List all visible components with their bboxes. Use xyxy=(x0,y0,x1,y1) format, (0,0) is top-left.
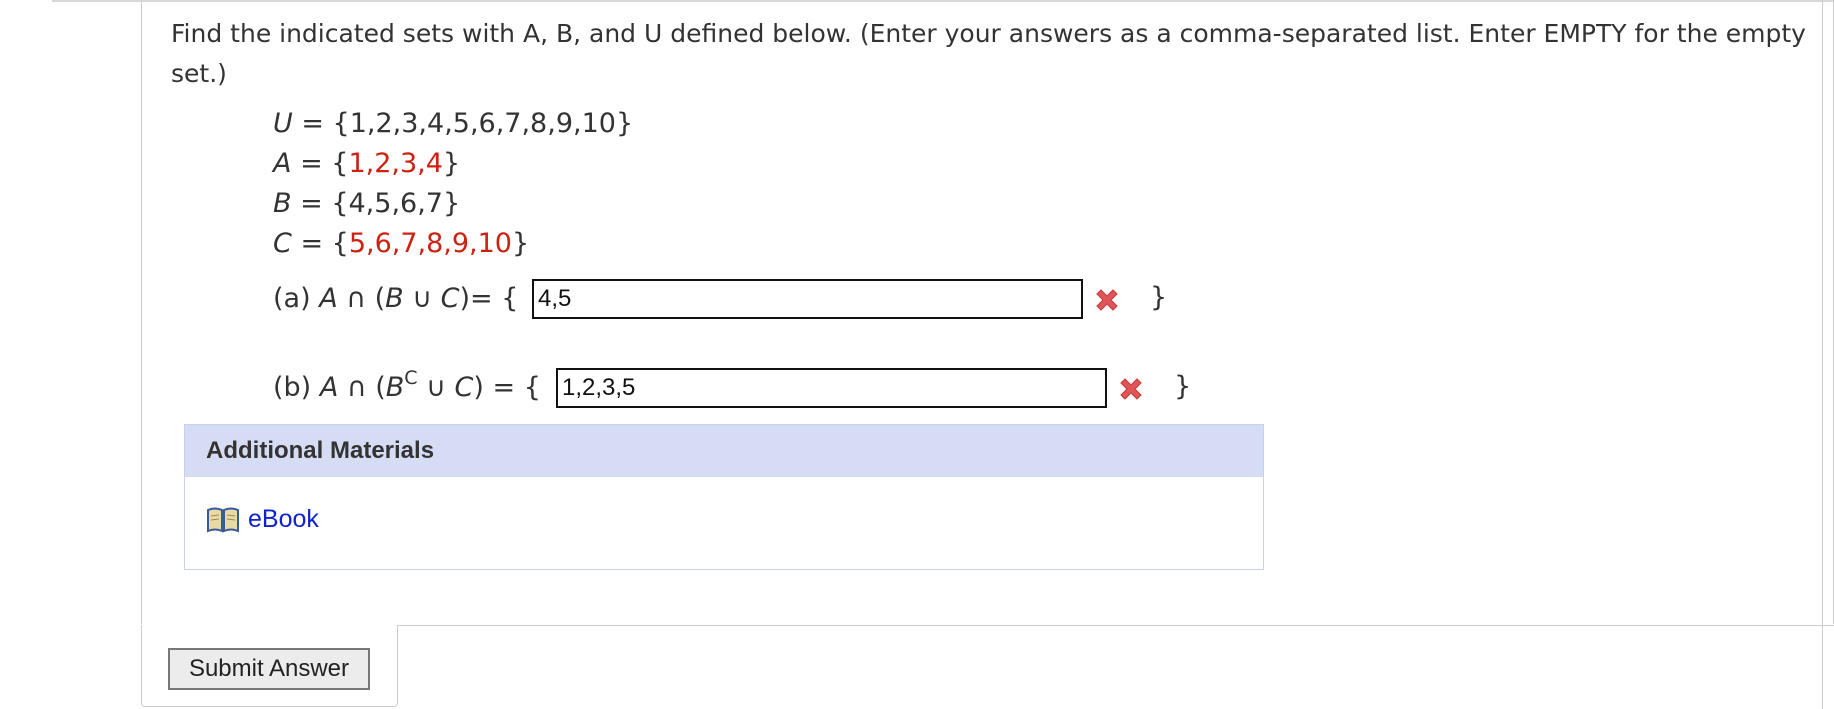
additional-materials-panel: Additional Materials eBook xyxy=(184,424,1264,570)
ebook-link-row[interactable]: eBook xyxy=(206,505,319,534)
question-b-label: (b) A ∩ (BC ∪ C) = { xyxy=(273,367,541,403)
set-name: C xyxy=(273,228,292,259)
answer-a-input[interactable] xyxy=(532,279,1083,319)
ebook-link[interactable]: eBook xyxy=(248,505,319,534)
set-values: 4,5,6,7 xyxy=(348,188,443,219)
set-u-definition: U = {1,2,3,4,5,6,7,8,9,10} xyxy=(273,108,634,139)
set-values: 5,6,7,8,9,10 xyxy=(348,228,512,259)
book-icon xyxy=(207,507,239,533)
closing-brace: } xyxy=(1174,371,1192,402)
submit-answer-button[interactable]: Submit Answer xyxy=(168,648,370,690)
set-b-definition: B = {4,5,6,7} xyxy=(273,188,461,219)
set-name: U xyxy=(273,108,293,139)
set-values: 1,2,3,4,5,6,7,8,9,10 xyxy=(349,108,616,139)
incorrect-x-icon xyxy=(1120,378,1142,400)
question-a-label: (a) A ∩ (B ∪ C)= { xyxy=(273,283,519,314)
set-a-definition: A = {1,2,3,4} xyxy=(273,148,461,179)
answer-b-input[interactable] xyxy=(556,368,1107,408)
incorrect-x-icon xyxy=(1096,289,1118,311)
set-name: A xyxy=(273,148,292,179)
set-name: B xyxy=(273,188,292,219)
closing-brace: } xyxy=(1150,282,1168,313)
additional-materials-header: Additional Materials xyxy=(185,425,1263,477)
panel-divider xyxy=(398,625,1834,626)
set-c-definition: C = {5,6,7,8,9,10} xyxy=(273,228,530,259)
question-instructions: Find the indicated sets with A, B, and U… xyxy=(171,19,1806,88)
set-values: 1,2,3,4 xyxy=(348,148,443,179)
adjacent-panel-edge xyxy=(1822,0,1823,709)
